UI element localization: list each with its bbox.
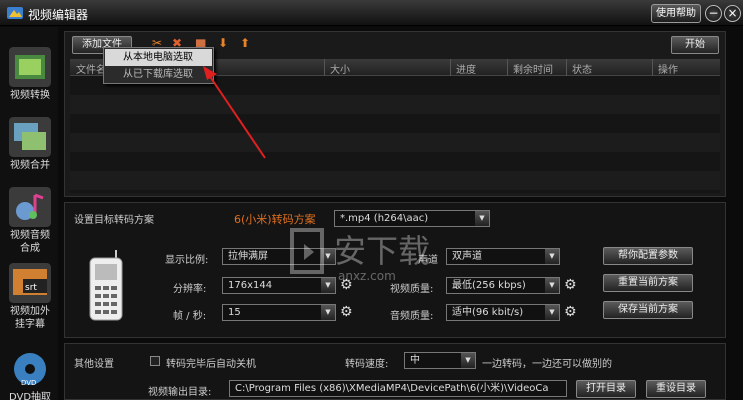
speed-label: 转码速度: [345,359,389,370]
column-header-remaining[interactable]: 剩余时间 [513,61,553,76]
ratio-label: 显示比例: [165,255,209,266]
column-header-progress[interactable]: 进度 [456,61,476,76]
annotation-arrow-icon [203,66,266,159]
save-scheme-button[interactable]: 保存当前方案 [603,301,693,319]
sidebar-item-label: 视频音频合成 [10,230,50,254]
sidebar-item-dvd[interactable]: DVD DVD抽取 [3,349,57,400]
scheme-label: 设置目标转码方案 [74,215,154,226]
column-header-status[interactable]: 状态 [572,61,592,76]
sidebar-item-label: 视频合并 [10,160,50,171]
speed-select-value: 中 [410,355,420,366]
column-divider [652,59,653,76]
fps-select-value: 15 [228,307,241,318]
column-header-size[interactable]: 大小 [330,61,350,76]
fps-label: 帧 / 秒: [173,311,207,322]
audio-quality-select[interactable]: 适中(96 kbit/s) ▼ [446,304,560,321]
file-list-body[interactable] [70,76,720,193]
help-config-button[interactable]: 帮你配置参数 [603,247,693,265]
fps-select[interactable]: 15 ▼ [222,304,336,321]
audio-quality-select-value: 适中(96 kbit/s) [452,307,524,318]
column-divider [566,59,567,76]
shutdown-label: 转码完毕后自动关机 [166,359,256,370]
minimize-button[interactable]: − [705,5,722,22]
close-button[interactable]: × [724,5,741,22]
column-divider [450,59,451,76]
title-bar [0,0,743,26]
speed-select[interactable]: 中 ▼ [404,352,476,369]
phone-device-icon [89,250,123,321]
other-settings-label: 其他设置 [74,359,114,370]
column-header-filename[interactable]: 文件名 [76,61,106,76]
sidebar-item-label: 视频加外挂字幕 [10,306,50,330]
help-button[interactable]: 使用帮助 [651,4,701,23]
chevron-down-icon: ▼ [475,211,489,226]
move-down-icon[interactable]: ⬇ [218,36,228,50]
chevron-down-icon: ▼ [545,305,559,320]
column-header-actions[interactable]: 操作 [658,61,678,76]
film-icon [9,47,51,87]
sidebar-item-subtitle[interactable]: srt 视频加外挂字幕 [3,263,57,331]
speed-hint: 一边转码，一边还可以做别的 [482,359,612,370]
watermark-logo: 安下载 anxz.com [290,228,430,283]
resolution-label: 分辨率: [173,284,207,295]
window-title: 视频编辑器 [28,8,89,22]
sidebar-item-label: DVD抽取 [8,392,52,400]
reset-dir-button[interactable]: 重设目录 [646,380,706,398]
svg-text:DVD: DVD [21,379,36,387]
start-button[interactable]: 开始 [671,36,719,54]
output-path-field[interactable]: C:\Program Files (x86)\XMediaMP4\DeviceP… [229,380,567,397]
dvd-disc-icon: DVD [14,353,46,387]
sidebar-item-audio-video-merge[interactable]: 视频音频合成 [3,187,57,255]
sidebar: 视频转换 视频合并 视频音频合成 srt 视频加外挂字幕 DVD DVD抽取 [0,27,58,400]
watermark-subtext: anxz.com [338,269,396,283]
svg-text:srt: srt [25,283,37,293]
chevron-down-icon: ▼ [545,249,559,264]
sidebar-item-label: 视频转换 [10,90,50,101]
chevron-down-icon: ▼ [545,278,559,293]
column-divider [507,59,508,76]
watermark-text: 安下载 [334,232,430,270]
shutdown-checkbox[interactable] [150,356,160,366]
resolution-select-value: 176x144 [228,280,273,291]
sidebar-item-video-convert[interactable]: 视频转换 [3,47,57,102]
audio-quality-label: 音频质量: [390,311,434,322]
chevron-down-icon: ▼ [321,305,335,320]
music-note-icon [9,187,51,227]
reset-scheme-button[interactable]: 重置当前方案 [603,274,693,292]
audio-quality-gear-icon[interactable]: ⚙ [564,305,577,319]
ratio-select-value: 拉伸满屏 [228,251,268,262]
fps-gear-icon[interactable]: ⚙ [340,305,353,319]
subtitle-icon: srt [9,263,51,303]
column-divider [324,59,325,76]
app-logo-icon [7,7,23,19]
open-dir-button[interactable]: 打开目录 [576,380,636,398]
chevron-down-icon: ▼ [461,353,475,368]
move-up-icon[interactable]: ⬆ [240,36,250,50]
sidebar-item-video-merge[interactable]: 视频合并 [3,117,57,172]
video-quality-gear-icon[interactable]: ⚙ [564,278,577,292]
merge-icon [9,117,51,157]
output-dir-label: 视频输出目录: [148,387,212,398]
